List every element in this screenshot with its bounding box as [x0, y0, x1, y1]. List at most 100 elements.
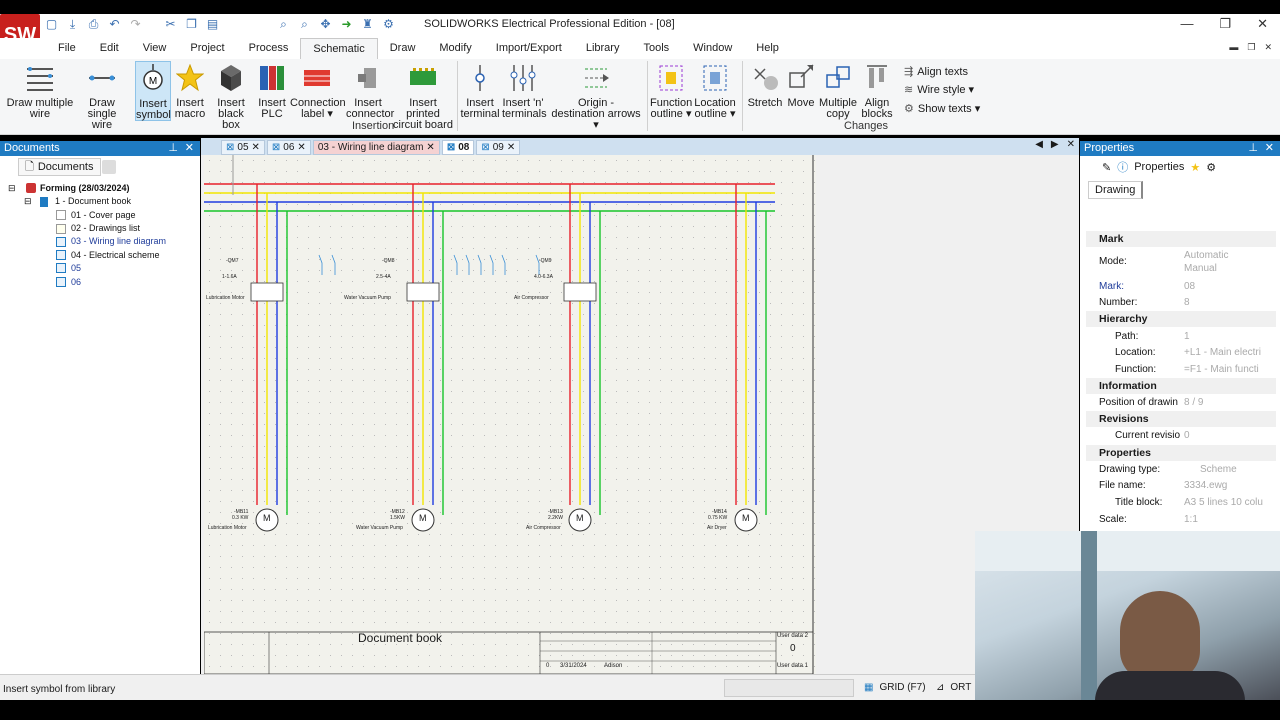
tree-project[interactable]: Forming (28/03/2024)	[40, 183, 130, 193]
insert-symbol-button[interactable]: M Insert symbol	[135, 61, 171, 121]
mdi-minimize-icon[interactable]: ▬	[1229, 42, 1238, 53]
pan-icon[interactable]: ✥	[318, 17, 333, 32]
revisions-section[interactable]: Revisions	[1086, 411, 1276, 427]
schematic-sheet[interactable]: -QM7 1-1.6A Lubrication Motor -QM8 2.5-4…	[204, 155, 816, 674]
copy-icon[interactable]: ❐	[184, 17, 199, 32]
information-section[interactable]: Information	[1086, 378, 1276, 394]
tab-close-icon[interactable]: ✕	[426, 140, 434, 155]
connection-label-button[interactable]: Connection label ▾	[290, 61, 346, 120]
properties-tab[interactable]: Properties	[1134, 161, 1184, 173]
location-value[interactable]: +L1 - Main electri	[1184, 347, 1264, 358]
title-block-value[interactable]: A3 5 lines 10 colu	[1184, 497, 1264, 508]
favorite-icon[interactable]: ★	[1190, 161, 1200, 174]
zoom-out-icon[interactable]: ⌕	[297, 17, 312, 32]
tab-06[interactable]: ⊠ 06 ✕	[266, 140, 311, 155]
mode-manual-option[interactable]: Manual	[1184, 263, 1264, 274]
drawing-type-value[interactable]: Scheme	[1200, 464, 1280, 475]
menu-schematic[interactable]: Schematic	[300, 38, 378, 59]
tab-scroll-right-icon[interactable]: ▶	[1051, 139, 1059, 150]
tab-05[interactable]: ⊠ 05 ✕	[221, 140, 265, 155]
mark-value[interactable]: 08	[1184, 281, 1264, 292]
documents-tab[interactable]: 🗋 Documents	[18, 158, 101, 176]
draw-single-wire-button[interactable]: Draw single wire	[74, 61, 130, 131]
menu-process[interactable]: Process	[237, 38, 301, 59]
redo-icon[interactable]: ↷	[128, 17, 143, 32]
menu-edit[interactable]: Edit	[88, 38, 131, 59]
zoom-in-icon[interactable]: ⌕	[276, 17, 291, 32]
paste-icon[interactable]: ▤	[205, 17, 220, 32]
menu-import-export[interactable]: Import/Export	[484, 38, 574, 59]
mdi-close-icon[interactable]: ✕	[1264, 42, 1272, 53]
tree-item-electrical[interactable]: 04 - Electrical scheme	[71, 250, 160, 260]
components-tab-icon[interactable]	[102, 160, 116, 174]
menu-project[interactable]: Project	[178, 38, 236, 59]
stretch-button[interactable]: Stretch	[746, 61, 784, 109]
tree-item-cover[interactable]: 01 - Cover page	[71, 210, 136, 220]
tree-item-06[interactable]: 06	[71, 277, 81, 287]
pin-icon[interactable]: ⊥	[1248, 141, 1258, 156]
menu-tools[interactable]: Tools	[631, 38, 681, 59]
function-outline-button[interactable]: Function outline ▾	[650, 61, 692, 120]
number-value[interactable]: 8	[1184, 297, 1264, 308]
menu-help[interactable]: Help	[744, 38, 791, 59]
insert-connector-button[interactable]: Insert connector	[346, 61, 394, 120]
current-revision-value[interactable]: 0	[1184, 430, 1264, 441]
insert-macro-button[interactable]: Insert macro	[173, 61, 207, 120]
settings-icon[interactable]: ⚙	[381, 17, 396, 32]
tree-collapse-icon[interactable]: ⊟	[24, 196, 32, 207]
tab-scroll-left-icon[interactable]: ◀	[1035, 139, 1043, 150]
menu-library[interactable]: Library	[574, 38, 632, 59]
wire-style-button[interactable]: ≋ Wire style ▾	[904, 83, 974, 96]
tab-09[interactable]: ⊠ 09 ✕	[476, 140, 521, 155]
panel-close-icon[interactable]: ✕	[1265, 141, 1274, 156]
filter-icon[interactable]: ♜	[360, 17, 375, 32]
restore-icon[interactable]: ❐	[1219, 16, 1231, 32]
insert-terminal-button[interactable]: Insert terminal	[460, 61, 500, 120]
properties-section[interactable]: Properties	[1086, 445, 1276, 461]
tab-wiring-line-diagram[interactable]: 03 - Wiring line diagram ✕	[312, 140, 440, 155]
tab-close-icon[interactable]: ✕	[507, 140, 515, 155]
minimize-icon[interactable]: —	[1180, 16, 1193, 32]
function-value[interactable]: =F1 - Main functi	[1184, 364, 1264, 375]
grid-toggle[interactable]: ▦ GRID (F7)	[864, 682, 926, 693]
ortho-toggle[interactable]: ⊿ ORT	[936, 682, 971, 693]
insert-printed-circuit-board-button[interactable]: Insert printed circuit board	[392, 61, 454, 131]
tab-close-icon[interactable]: ✕	[252, 140, 260, 155]
pin-icon[interactable]: ⊥	[168, 141, 178, 156]
settings-icon[interactable]: ⚙	[1206, 161, 1216, 174]
menu-view[interactable]: View	[131, 38, 179, 59]
tree-item-drawings-list[interactable]: 02 - Drawings list	[71, 223, 140, 233]
insert-black-box-button[interactable]: Insert black box	[208, 61, 254, 131]
new-icon[interactable]: ▢	[44, 17, 59, 32]
menu-draw[interactable]: Draw	[378, 38, 428, 59]
move-button[interactable]: Move	[786, 61, 816, 109]
tab-close-icon[interactable]: ✕	[297, 140, 305, 155]
tree-item-05[interactable]: 05	[71, 263, 81, 273]
tree-item-wiring[interactable]: 03 - Wiring line diagram	[71, 236, 166, 246]
menu-modify[interactable]: Modify	[427, 38, 483, 59]
insert-n-terminals-button[interactable]: Insert 'n' terminals	[502, 61, 547, 120]
show-texts-button[interactable]: ⚙ Show texts ▾	[904, 102, 980, 115]
insert-plc-button[interactable]: Insert PLC	[256, 61, 288, 120]
close-icon[interactable]: ✕	[1257, 16, 1268, 32]
align-blocks-button[interactable]: Align blocks	[860, 61, 894, 120]
edit-icon[interactable]: ✎	[1102, 161, 1111, 174]
drawing-tab[interactable]: Drawing	[1088, 181, 1144, 199]
tab-close-all-icon[interactable]: ✕	[1067, 139, 1075, 150]
draw-multiple-wire-button[interactable]: Draw multiple wire	[6, 61, 74, 120]
hierarchy-section[interactable]: Hierarchy	[1086, 311, 1276, 327]
cut-icon[interactable]: ✂	[163, 17, 178, 32]
path-value[interactable]: 1	[1184, 331, 1264, 342]
location-outline-button[interactable]: Location outline ▾	[694, 61, 736, 120]
tree-collapse-icon[interactable]: ⊟	[8, 183, 16, 194]
menu-window[interactable]: Window	[681, 38, 744, 59]
panel-close-icon[interactable]: ✕	[185, 141, 194, 156]
menu-file[interactable]: File	[46, 38, 88, 59]
tree-item-book[interactable]: 1 - Document book	[55, 196, 131, 206]
scale-value[interactable]: 1:1	[1184, 514, 1264, 525]
mdi-restore-icon[interactable]: ❐	[1247, 42, 1255, 53]
align-texts-button[interactable]: ⇶ Align texts	[904, 65, 968, 79]
mark-section[interactable]: Mark	[1086, 231, 1276, 247]
tab-08[interactable]: ⊠ 08	[441, 140, 475, 155]
print-icon[interactable]: ⎙	[86, 17, 101, 32]
